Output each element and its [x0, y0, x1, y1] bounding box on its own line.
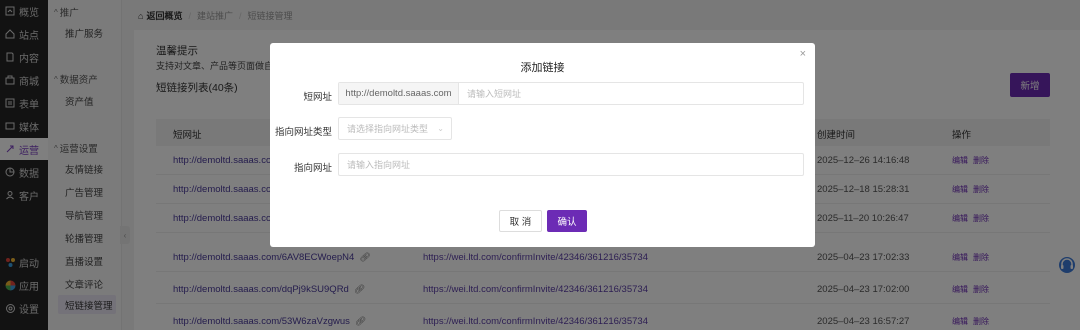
short-url-prefix: http://demoltd.saaas.com [339, 83, 459, 104]
short-url-field: http://demoltd.saaas.com [338, 82, 804, 105]
target-url-field [338, 153, 804, 176]
short-url-label: 短网址 [303, 92, 332, 103]
target-url-input[interactable] [339, 154, 803, 175]
short-url-input[interactable] [459, 83, 803, 104]
add-link-dialog: 添加链接 × 短网址 http://demoltd.saaas.com 指向网址… [270, 43, 815, 247]
dialog-title: 添加链接 [520, 62, 565, 74]
target-type-placeholder: 请选择指向网址类型 [347, 124, 429, 134]
close-icon[interactable]: × [800, 48, 806, 60]
target-type-select[interactable]: 请选择指向网址类型 ⌄ [338, 117, 452, 140]
target-type-label: 指向网址类型 [274, 127, 332, 138]
confirm-button[interactable]: 确认 [547, 210, 587, 232]
target-url-label: 指向网址 [293, 163, 332, 174]
chevron-down-icon: ⌄ [437, 124, 444, 133]
cancel-button[interactable]: 取 消 [499, 210, 542, 232]
